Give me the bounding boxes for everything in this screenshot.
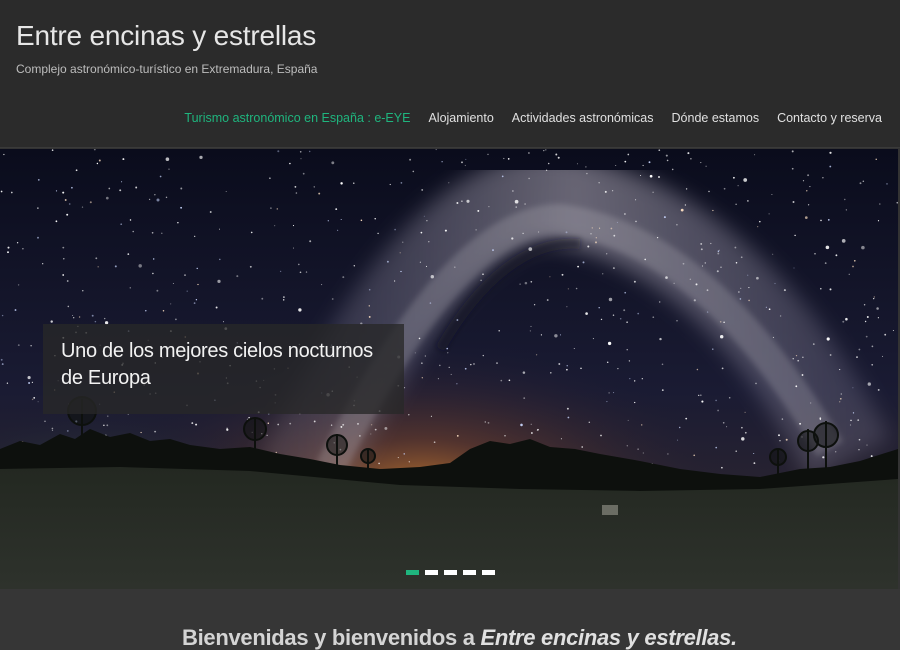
hero-slider[interactable]: Uno de los mejores cielos nocturnos de E…	[0, 149, 898, 589]
hero-caption-box: Uno de los mejores cielos nocturnos de E…	[43, 324, 404, 414]
nav-item-donde-estamos[interactable]: Dónde estamos	[672, 111, 760, 125]
site-tagline: Complejo astronómico-turístico en Extrem…	[16, 62, 318, 76]
site-header: Entre encinas y estrellas Complejo astro…	[0, 0, 900, 148]
nav-item-alojamiento[interactable]: Alojamiento	[428, 111, 493, 125]
welcome-section: Bienvenidas y bienvenidos a Entre encina…	[0, 589, 900, 650]
nav-item-turismo-astronomico[interactable]: Turismo astronómico en España : e-EYE	[184, 111, 410, 125]
welcome-heading-prefix: Bienvenidas y bienvenidos a	[182, 625, 481, 650]
hero-caption: Uno de los mejores cielos nocturnos de E…	[61, 340, 373, 389]
slide-dot-5[interactable]	[482, 570, 495, 575]
welcome-heading: Bienvenidas y bienvenidos a Entre encina…	[182, 625, 737, 650]
nav-item-contacto[interactable]: Contacto y reserva	[777, 111, 882, 125]
welcome-heading-emphasis: Entre encinas y estrellas.	[480, 625, 737, 650]
slide-dot-1[interactable]	[406, 570, 419, 575]
slider-pagination	[406, 570, 495, 575]
site-title[interactable]: Entre encinas y estrellas	[16, 20, 316, 52]
slide-dot-4[interactable]	[463, 570, 476, 575]
slide-dot-2[interactable]	[425, 570, 438, 575]
slide-dot-3[interactable]	[444, 570, 457, 575]
nav-item-actividades[interactable]: Actividades astronómicas	[512, 111, 654, 125]
main-nav: Turismo astronómico en España : e-EYE Al…	[184, 111, 882, 125]
